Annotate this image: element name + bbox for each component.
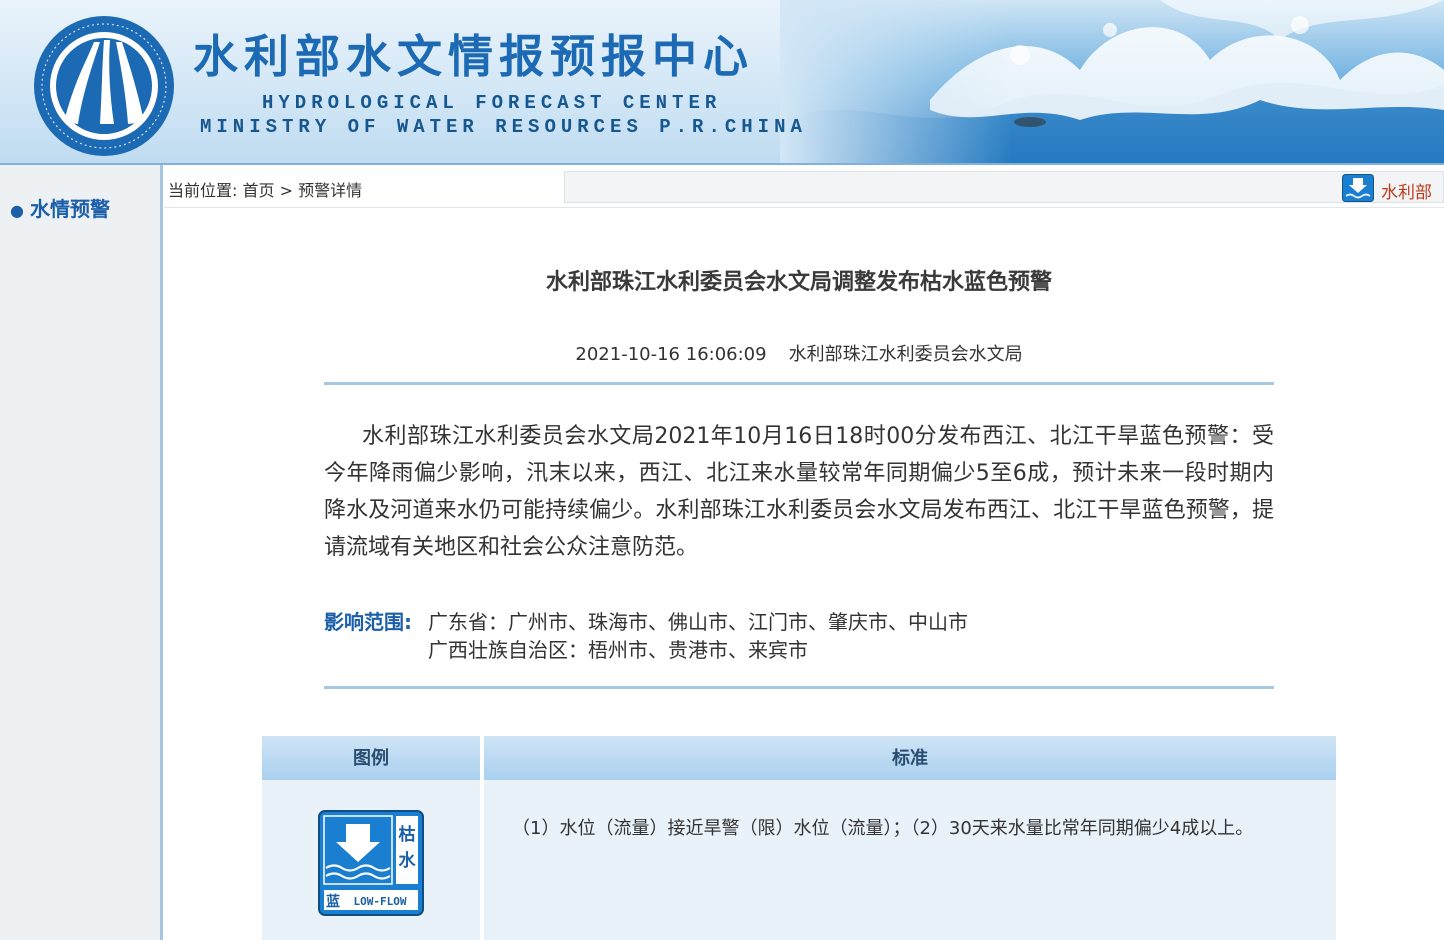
legend-icon-level: 蓝 [326, 893, 340, 910]
ocean-wave-icon [780, 0, 1444, 163]
breadcrumb-home-link[interactable]: 首页 [243, 181, 275, 200]
header-banner: 水利部水文情报预报中心 HYDROLOGICAL FORECAST CENTER… [0, 0, 1444, 165]
left-sidebar: ● 水情预警 [0, 165, 163, 940]
legend-icon-char-mid: 水 [399, 850, 417, 871]
article-body: 水利部珠江水利委员会水文局2021年10月16日18时00分发布西江、北江干旱蓝… [324, 424, 1274, 560]
low-flow-warning-icon[interactable] [1342, 174, 1374, 202]
article-meta: 2021-10-16 16:06:09 水利部珠江水利委员会水文局 [324, 340, 1274, 366]
bullet-dot-icon: ● [10, 201, 24, 220]
breadcrumb-current[interactable]: 预警详情 [298, 181, 362, 200]
sidebar-item-water-warning[interactable]: ● 水情预警 [10, 193, 110, 222]
divider [324, 686, 1274, 689]
legend-header-standard: 标准 [484, 736, 1336, 780]
legend-table: 图例 标准 枯 水 蓝 LOW-FLOW （1）水位（流量）接近旱警（限）水位（… [262, 736, 1336, 940]
legend-icon-char-top: 枯 [399, 824, 416, 845]
legend-standard-text: （1）水位（流量）接近旱警（限）水位（流量）；（2）30天来水量比常年同期偏少4… [512, 818, 1254, 839]
hydrology-center-emblem-icon [34, 16, 174, 156]
legend-header-icon: 图例 [262, 736, 480, 780]
legend-icon-type: LOW-FLOW [354, 895, 407, 908]
scrolling-notice-bar: 水利部 [564, 171, 1444, 203]
site-title-en-line2: MINISTRY OF WATER RESOURCES P.R.CHINA [200, 116, 807, 138]
column-separator [480, 736, 484, 940]
breadcrumb-prefix: 当前位置: [168, 181, 238, 200]
article-publisher: 水利部珠江水利委员会水文局 [788, 344, 1023, 365]
site-title-en-line1: HYDROLOGICAL FORECAST CENTER [262, 92, 722, 114]
scrolling-notice-text[interactable]: 水利部 [1381, 178, 1444, 203]
article-datetime: 2021-10-16 16:06:09 [575, 344, 767, 365]
impact-scope-line: 广东省：广州市、珠海市、佛山市、江门市、肇庆市、中山市 [428, 610, 968, 634]
divider [324, 382, 1274, 385]
breadcrumb-bar: 当前位置: 首页 > 预警详情 水利部 [164, 167, 1444, 208]
blue-low-flow-warning-icon: 枯 水 蓝 LOW-FLOW [318, 810, 424, 916]
article-title: 水利部珠江水利委员会水文局调整发布枯水蓝色预警 [545, 270, 1052, 295]
breadcrumb: 当前位置: 首页 > 预警详情 [168, 177, 362, 201]
impact-scope-line: 广西壮族自治区：梧州市、贵港市、来宾市 [428, 638, 808, 662]
sidebar-item-label: 水情预警 [29, 197, 110, 221]
site-title-cn: 水利部水文情报预报中心 [193, 30, 755, 83]
breadcrumb-separator: > [274, 181, 299, 200]
impact-scope-list: 广东省：广州市、珠海市、佛山市、江门市、肇庆市、中山市 广西壮族自治区：梧州市、… [428, 608, 968, 664]
impact-scope-label: 影响范围: [324, 610, 412, 634]
